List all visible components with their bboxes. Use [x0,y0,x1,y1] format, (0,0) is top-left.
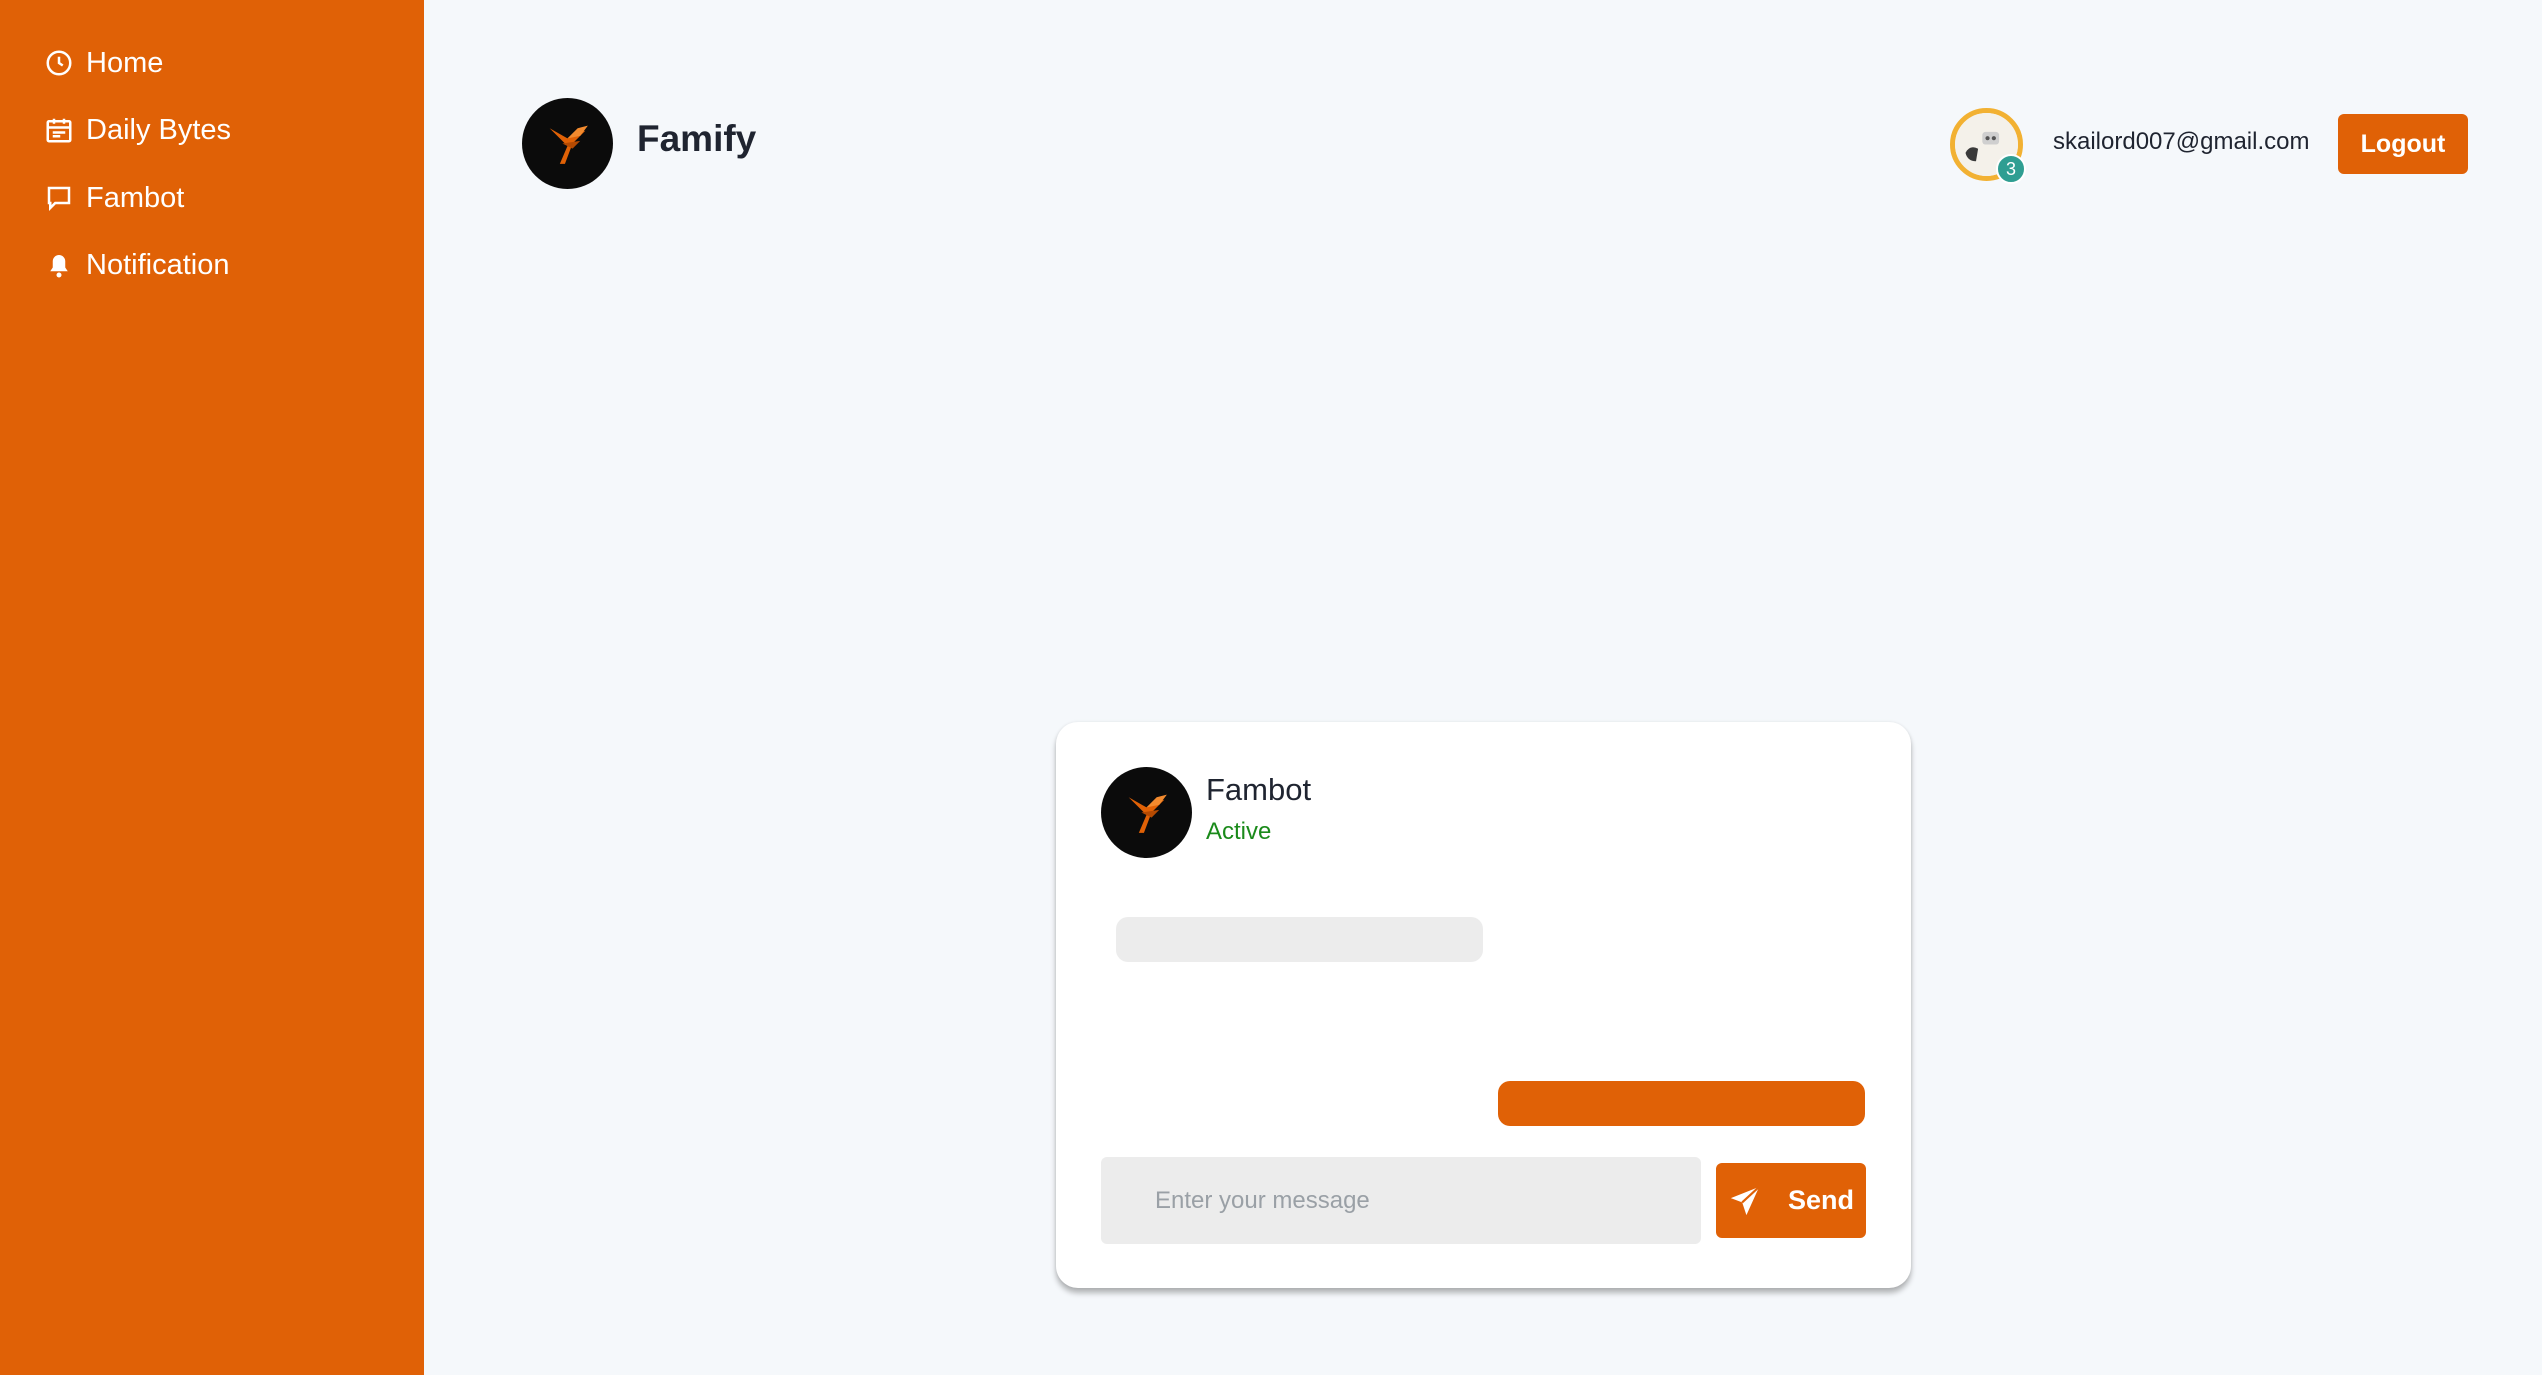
sidebar: Home Daily Bytes Fambot Notification [0,0,424,1375]
send-button[interactable]: Send [1716,1163,1866,1238]
sidebar-item-label: Daily Bytes [86,113,232,146]
notification-count-badge: 3 [1996,154,2026,184]
user-email: skailord007@gmail.com [2053,128,2310,155]
bird-logo-icon [549,125,588,164]
famify-logo [522,98,613,189]
chat-bubble-icon [42,181,76,215]
message-input[interactable] [1101,1157,1701,1244]
clock-icon [42,46,76,80]
send-label: Send [1787,1185,1854,1215]
chat-card: Fambot Active Send [1056,722,1911,1288]
sidebar-item-home[interactable]: Home [42,46,163,80]
sidebar-item-label: Notification [86,248,230,281]
bird-logo-icon [1128,794,1167,833]
sidebar-item-notification[interactable]: Notification [42,248,229,282]
bot-status: Active [1206,818,1272,845]
paper-plane-icon [1728,1184,1762,1218]
sidebar-item-fambot[interactable]: Fambot [42,181,184,215]
sidebar-item-label: Fambot [86,181,185,214]
user-message-placeholder [1498,1081,1865,1126]
bot-name: Fambot [1206,772,1312,807]
bot-avatar [1101,767,1192,858]
logout-button[interactable]: Logout [2338,114,2468,174]
sidebar-item-daily-bytes[interactable]: Daily Bytes [42,113,231,147]
sidebar-item-label: Home [86,46,164,79]
brand-name: Famify [637,118,757,159]
bell-icon [42,248,76,282]
bot-message-placeholder [1116,917,1483,962]
calendar-icon [42,113,76,147]
